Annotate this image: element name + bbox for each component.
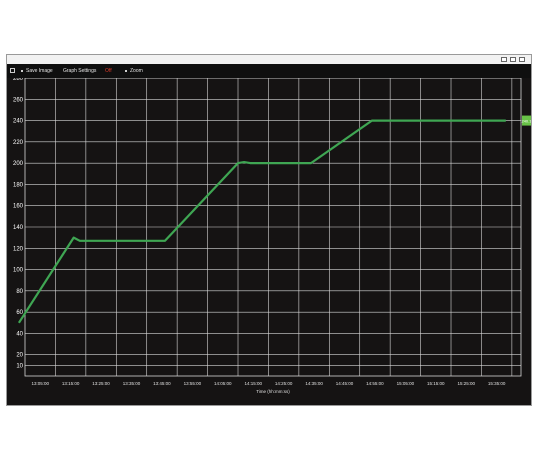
x-tick-label: 14:05:00 — [214, 381, 232, 386]
y-tick-label: 140 — [13, 225, 24, 231]
x-tick-label: 13:25:00 — [92, 381, 110, 386]
y-tick-label: 280 — [13, 78, 24, 82]
y-tick-label: 10 — [16, 363, 23, 369]
y-tick-label: 260 — [13, 97, 24, 103]
window-controls — [501, 55, 525, 64]
zoom-label: Zoom — [130, 68, 143, 74]
y-tick-label: 100 — [13, 268, 24, 274]
zoom-button[interactable]: Zoom — [125, 64, 143, 78]
x-tick-label: 13:55:00 — [184, 381, 202, 386]
x-tick-label: 15:15:00 — [427, 381, 445, 386]
toggle-off-button[interactable]: Off — [105, 64, 112, 78]
current-value-label: 240.1 — [521, 119, 531, 124]
graph-settings-button[interactable]: Graph Settings — [63, 64, 96, 78]
y-tick-label: 80 — [16, 289, 23, 295]
y-tick-label: 20 — [16, 353, 23, 359]
toolbar: Save Image Graph Settings Off Zoom — [7, 64, 531, 78]
x-tick-label: 15:25:00 — [457, 381, 475, 386]
save-image-button[interactable]: Save Image — [21, 64, 53, 78]
y-tick-label: 40 — [16, 331, 23, 337]
title-bar — [7, 55, 531, 64]
app-icon — [10, 68, 15, 73]
save-image-label: Save Image — [26, 68, 53, 74]
zoom-icon — [125, 69, 127, 72]
x-axis-label: Time (hh:mm:ss) — [256, 389, 290, 394]
chart: 1020406080100120140160180200220240260280… — [13, 78, 531, 394]
y-tick-label: 240 — [13, 119, 24, 125]
graph-window: Save Image Graph Settings Off Zoom 10 20 4… — [6, 54, 532, 406]
x-tick-label: 13:35:00 — [123, 381, 141, 386]
save-icon — [21, 69, 23, 72]
x-tick-label: 13:15:00 — [62, 381, 80, 386]
minimize-button[interactable] — [501, 57, 507, 62]
x-tick-label: 13:05:00 — [31, 381, 49, 386]
y-tick-label: 120 — [13, 246, 24, 252]
x-tick-label: 14:55:00 — [366, 381, 384, 386]
x-tick-label: 14:45:00 — [336, 381, 354, 386]
x-tick-label: 14:15:00 — [244, 381, 262, 386]
close-button[interactable] — [519, 57, 525, 62]
x-tick-label: 15:05:00 — [397, 381, 415, 386]
x-tick-label: 14:25:00 — [275, 381, 293, 386]
x-tick-label: 15:35:00 — [488, 381, 506, 386]
maximize-button[interactable] — [510, 57, 516, 62]
y-tick-label: 200 — [13, 161, 24, 167]
y-tick-label: 180 — [13, 182, 24, 188]
x-tick-label: 13:45:00 — [153, 381, 171, 386]
y-tick-label: 160 — [13, 204, 24, 210]
x-tick-label: 14:35:00 — [305, 381, 323, 386]
y-tick-label: 220 — [13, 140, 24, 146]
